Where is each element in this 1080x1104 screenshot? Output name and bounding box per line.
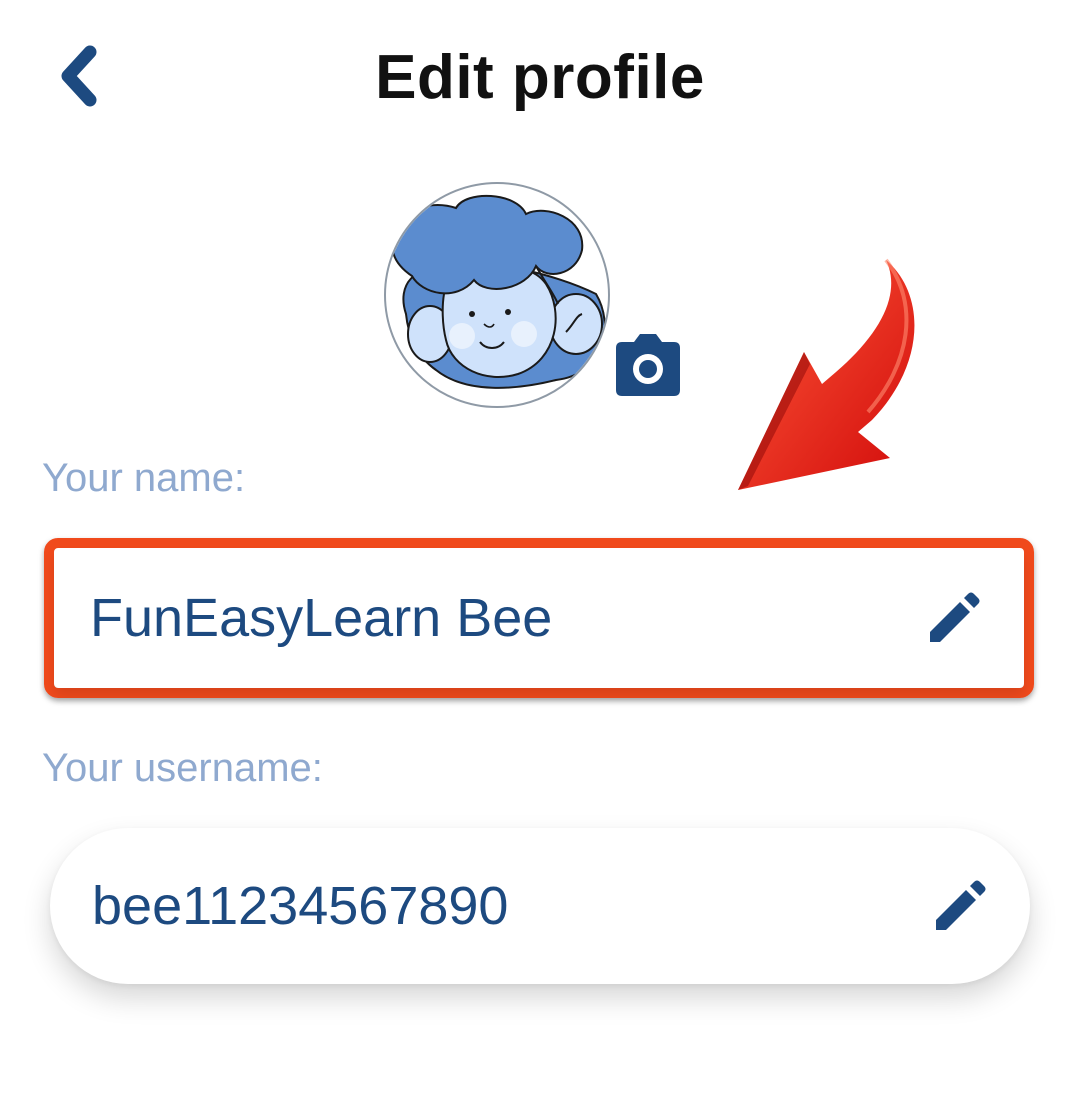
username-label: Your username: (42, 746, 323, 790)
red-arrow-annotation (738, 258, 915, 490)
edit-name-button[interactable] (924, 588, 984, 648)
username-value: bee11234567890 (92, 876, 509, 936)
change-photo-button[interactable] (612, 332, 684, 396)
edit-username-button[interactable] (930, 876, 990, 936)
camera-icon (616, 334, 680, 396)
edit-profile-screen: Edit profile Your name: FunEasyLearn Bee… (0, 0, 1080, 1104)
pencil-icon (936, 880, 986, 930)
avatar-illustration (390, 195, 606, 389)
name-value: FunEasyLearn Bee (90, 588, 553, 648)
avatar-container[interactable] (384, 182, 610, 408)
name-field[interactable]: FunEasyLearn Bee (54, 548, 1024, 688)
username-field[interactable]: bee11234567890 (50, 828, 1030, 984)
name-label: Your name: (42, 456, 246, 500)
page-title: Edit profile (375, 43, 705, 112)
avatar[interactable] (384, 182, 610, 408)
pencil-icon (930, 592, 980, 642)
